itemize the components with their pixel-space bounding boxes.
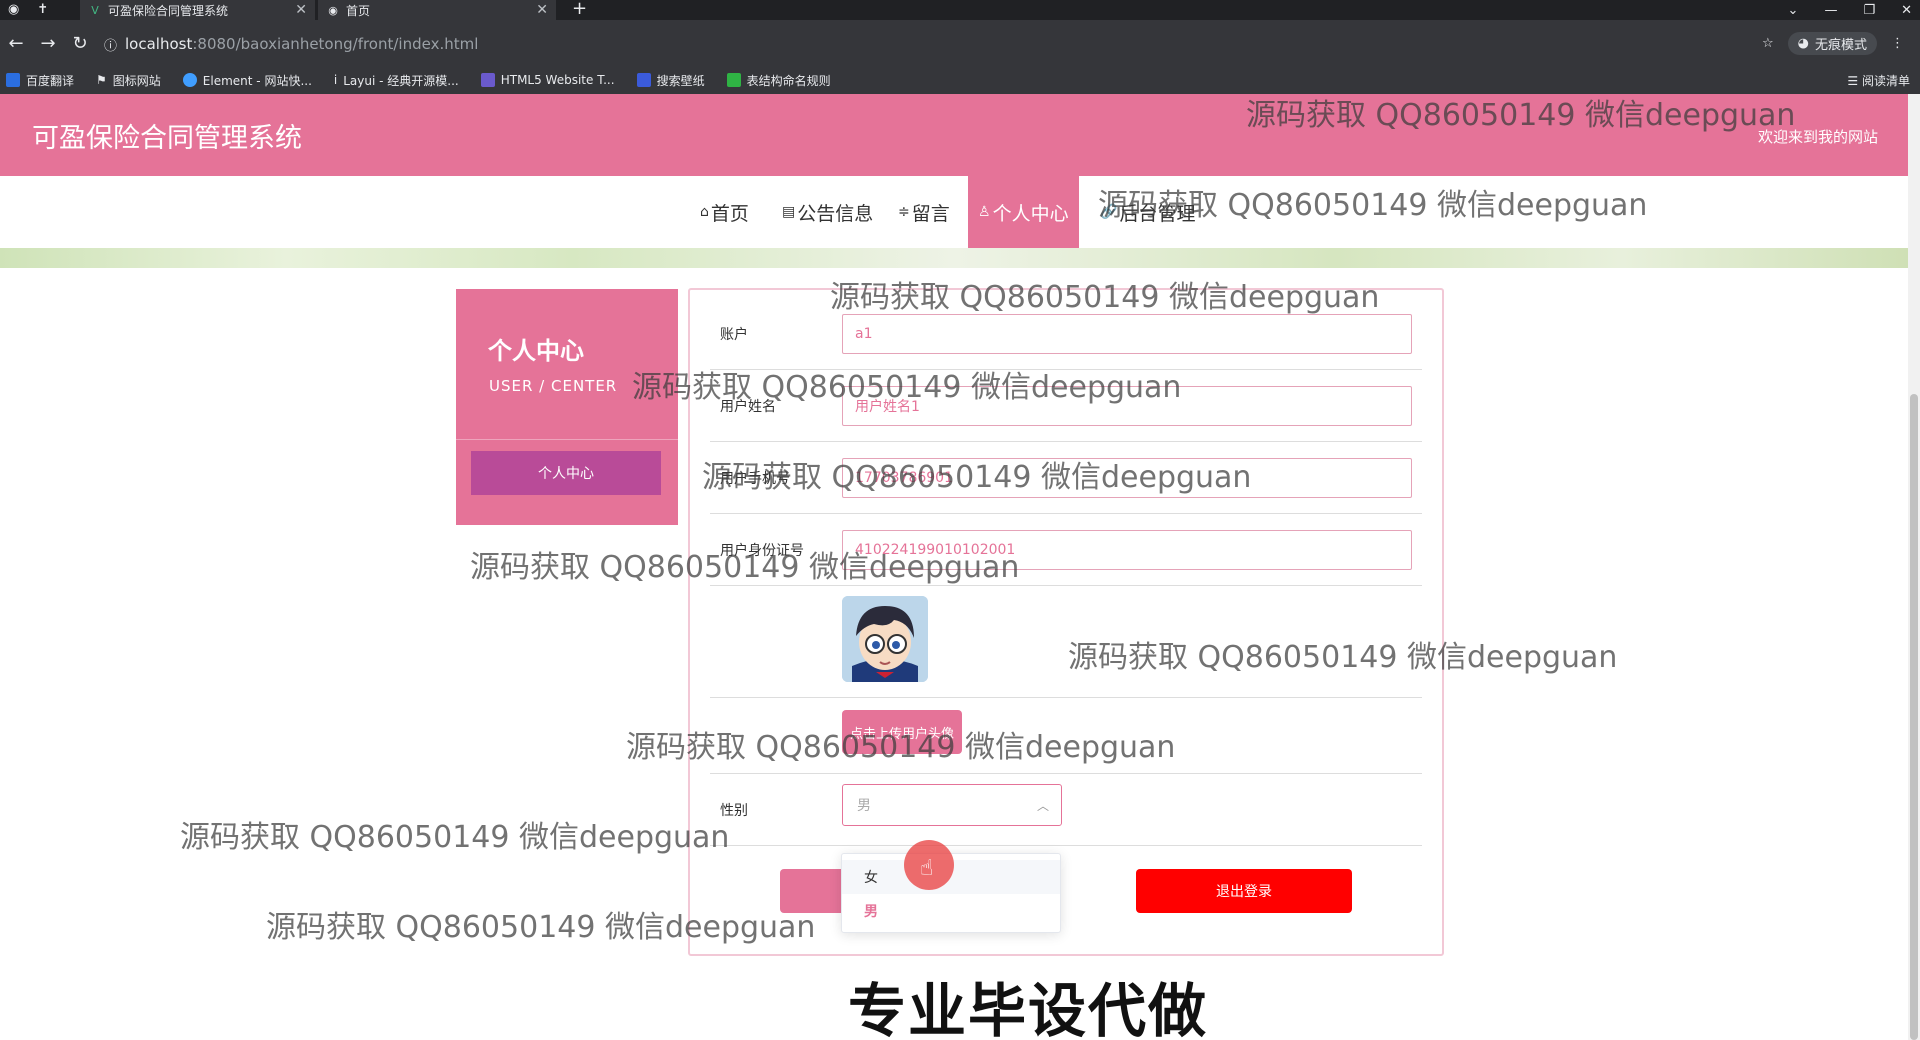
panel-divider	[456, 439, 678, 440]
back-icon[interactable]: ←	[0, 33, 32, 54]
tab-search-icon[interactable]: ⌄	[1788, 3, 1799, 18]
tab-title: 可盈保险合同管理系统	[108, 3, 229, 18]
nav-message[interactable]: ≑ 留言	[898, 176, 950, 248]
url-host: localhost	[125, 35, 193, 53]
reload-icon[interactable]: ↻	[64, 33, 96, 54]
promo-caption: 专业毕设代做	[848, 977, 1209, 1040]
reading-list[interactable]: ☰ 阅读清单	[1847, 72, 1910, 89]
page-scrollbar[interactable]	[1908, 94, 1920, 1040]
bookmark-item[interactable]: ⅰ Layui - 经典开源模...	[334, 72, 459, 89]
home-icon: ⌂	[700, 204, 709, 220]
html5-icon	[480, 73, 495, 87]
nav-notice[interactable]: ▤ 公告信息	[782, 176, 873, 248]
user-center-button[interactable]: 个人中心	[471, 451, 661, 495]
user-avatar	[842, 596, 928, 682]
toolbar-right: ☆ ◕ 无痕模式 ⋮	[1762, 32, 1904, 55]
panel-subtitle: USER / CENTER	[489, 377, 618, 395]
forward-icon[interactable]: →	[32, 33, 64, 54]
watermark: 源码获取 QQ86050149 微信deepguan	[632, 370, 1182, 405]
panel-title: 个人中心	[488, 337, 584, 365]
address-bar[interactable]: ⓘ localhost:8080/baoxianhetong/front/ind…	[104, 32, 1774, 56]
notice-icon: ▤	[782, 204, 796, 220]
bookmark-item[interactable]: 表结构命名规则	[726, 72, 831, 89]
bookmark-item[interactable]: ⚑ 图标网站	[96, 72, 161, 89]
element-icon	[182, 73, 197, 87]
site-title: 可盈保险合同管理系统	[32, 123, 302, 154]
watermark: 源码获取 QQ86050149 微信deepguan	[470, 550, 1020, 585]
watermark: 源码获取 QQ86050149 微信deepguan	[266, 910, 816, 945]
avatar-illustration	[842, 596, 928, 682]
gender-select[interactable]: 男 ︿	[842, 784, 1062, 826]
watermark: 源码获取 QQ86050149 微信deepguan	[626, 730, 1176, 765]
bookmark-item[interactable]: 搜索壁纸	[636, 72, 705, 89]
browser-tab-2[interactable]: ◉ 首页 ✕	[318, 0, 556, 20]
layui-icon: ⅰ	[333, 73, 338, 87]
chevron-up-icon: ︿	[1036, 799, 1049, 813]
bookmark-item[interactable]: Element - 网站快...	[182, 72, 312, 89]
bookmarks-bar: 百度翻译 ⚑ 图标网站 Element - 网站快... ⅰ Layui - 经典开…	[0, 66, 1920, 94]
logout-button[interactable]: 退出登录	[1136, 869, 1352, 913]
flag-icon: ⚑	[96, 73, 107, 87]
nav-home[interactable]: ⌂ 首页	[700, 176, 749, 248]
browser-tab-bar: ◉ ✝ V 可盈保险合同管理系统 ✕ ◉ 首页 ✕ + ⌄ — ❐ ✕	[0, 0, 1920, 20]
vue-icon: V	[91, 3, 99, 17]
close-window-button[interactable]: ✕	[1901, 3, 1912, 18]
wallpaper-icon	[636, 73, 651, 87]
gender-select-value: 男	[857, 798, 871, 814]
restore-button[interactable]: ❐	[1863, 3, 1875, 18]
watermark: 源码获取 QQ86050149 微信deepguan	[1246, 98, 1796, 133]
chrome-icon: ◉	[8, 2, 20, 17]
bookmark-item[interactable]: 百度翻译	[6, 72, 74, 89]
bookmark-star-icon[interactable]: ☆	[1762, 36, 1774, 51]
url-path: :8080/baoxianhetong/front/index.html	[192, 35, 479, 53]
bookmark-item[interactable]: HTML5 Website T...	[480, 73, 615, 87]
watermark: 源码获取 QQ86050149 微信deepguan	[1098, 188, 1648, 223]
scrollbar-thumb[interactable]	[1910, 394, 1918, 1040]
form-row-gender: 性别 男 ︿	[710, 774, 1422, 846]
page: 可盈保险合同管理系统 欢迎来到我的网站 ⌂ 首页 ▤ 公告信息 ≑ 留言 ♙ 个…	[0, 94, 1908, 1040]
tab-title: 首页	[346, 3, 371, 18]
extension-icon[interactable]: ✝	[37, 2, 48, 17]
account-label: 账户	[720, 327, 748, 343]
user-icon: ♙	[978, 204, 991, 220]
new-tab-button[interactable]: +	[572, 0, 587, 20]
translate-icon	[6, 73, 20, 87]
watermark: 源码获取 QQ86050149 微信deepguan	[830, 280, 1380, 315]
browser-tab-1[interactable]: V 可盈保险合同管理系统 ✕	[80, 0, 315, 20]
watermark: 源码获取 QQ86050149 微信deepguan	[1068, 640, 1618, 675]
chrome-left-icons: ◉ ✝	[8, 2, 48, 17]
minimize-button[interactable]: —	[1824, 3, 1837, 18]
table-icon	[726, 73, 741, 87]
menu-icon[interactable]: ⋮	[1891, 36, 1904, 51]
watermark: 源码获取 QQ86050149 微信deepguan	[702, 460, 1252, 495]
info-icon[interactable]: ⓘ	[104, 35, 117, 54]
message-icon: ≑	[898, 204, 910, 220]
window-controls: ⌄ — ❐ ✕	[1788, 0, 1912, 20]
incognito-icon: ◕	[1797, 36, 1809, 51]
gender-option-male[interactable]: 男	[842, 894, 1060, 928]
incognito-badge[interactable]: ◕ 无痕模式	[1787, 32, 1877, 55]
hand-cursor-icon: ☝	[920, 856, 934, 881]
incognito-label: 无痕模式	[1814, 38, 1867, 53]
user-center-panel: 个人中心 USER / CENTER 个人中心	[456, 289, 678, 525]
close-tab-icon[interactable]: ✕	[536, 2, 548, 18]
globe-icon: ◉	[328, 3, 338, 17]
watermark: 源码获取 QQ86050149 微信deepguan	[180, 820, 730, 855]
account-input[interactable]: a1	[842, 314, 1412, 354]
nav-user-center[interactable]: ♙ 个人中心	[968, 176, 1079, 248]
decorative-banner-strip	[0, 248, 1908, 268]
close-tab-icon[interactable]: ✕	[295, 2, 307, 18]
